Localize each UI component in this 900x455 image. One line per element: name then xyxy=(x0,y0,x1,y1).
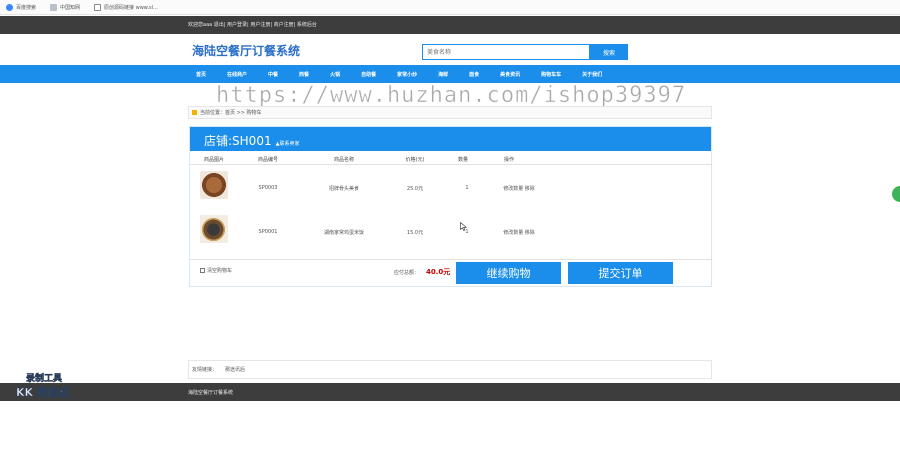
cart-header: 店铺:SH001 ▲联系卖家 xyxy=(190,127,711,151)
friend-links: 友情链接： 那途讯后 xyxy=(188,360,712,379)
floating-widget-icon[interactable] xyxy=(892,186,900,202)
row-actions[interactable]: 修改数量 移除 xyxy=(503,229,535,236)
footer-text: 海陆空餐厅订餐系统 xyxy=(188,390,234,396)
table-row: SP0001 湖南家常鸡蛋米饭 15.0元 1 修改数量 移除 xyxy=(190,211,711,255)
nav-item-western[interactable]: 西餐 xyxy=(299,71,309,78)
nav-item-chinese[interactable]: 中餐 xyxy=(268,71,278,78)
product-code: SP0003 xyxy=(258,185,278,191)
cart-panel: 店铺:SH001 ▲联系卖家 商品图片 商品编号 商品名称 价格(元) 数量 操… xyxy=(189,126,712,287)
column-header: 价格(元) xyxy=(405,157,425,163)
search-button[interactable]: 搜索 xyxy=(590,44,628,60)
site-title[interactable]: 海陆空餐厅订餐系统 xyxy=(192,42,300,59)
bookmark-label: 原创源码链接 www.sl... xyxy=(104,4,158,11)
recorder-watermark-bottom: KK 录像机 xyxy=(16,386,70,400)
bookmark-item[interactable]: 百度搜索 xyxy=(6,3,37,11)
cart-footer: 清空购物车 应付总额： 40.0元 继续购物 提交订单 xyxy=(190,259,711,286)
product-code: SP0001 xyxy=(258,229,278,235)
column-header: 商品图片 xyxy=(203,157,225,163)
user-links[interactable]: 欢迎您aaa 退出| 用户登录| 用户注册| 商户注册| 系统后台 xyxy=(188,21,317,28)
nav-item-seafood[interactable]: 海鲜 xyxy=(438,71,448,78)
globe-icon xyxy=(50,3,58,11)
bookmark-label: 百度搜索 xyxy=(16,4,37,11)
column-header: 数量 xyxy=(457,157,469,163)
product-image[interactable] xyxy=(200,215,228,243)
clear-cart-link[interactable]: 清空购物车 xyxy=(200,267,232,274)
footer: 海陆空餐厅订餐系统 xyxy=(0,383,900,401)
friend-link[interactable]: 那途讯后 xyxy=(225,366,245,373)
row-actions[interactable]: 修改数量 移除 xyxy=(503,185,535,192)
nav-item-news[interactable]: 美食资讯 xyxy=(500,71,520,78)
nav-item-hotpot[interactable]: 火锅 xyxy=(330,71,340,78)
friend-links-label: 友情链接： xyxy=(192,367,218,373)
shop-name: 店铺:SH001 xyxy=(204,134,272,148)
table-row: SP0003 招牌骨头美食 25.0元 1 修改数量 移除 xyxy=(190,167,711,211)
product-name[interactable]: 招牌骨头美食 xyxy=(329,185,359,192)
column-header: 操作 xyxy=(503,157,515,163)
nav-item-merchants[interactable]: 在线商户 xyxy=(227,71,247,78)
column-header: 商品编号 xyxy=(257,157,279,163)
watermark: https://www.huzhan.com/ishop39397 xyxy=(216,83,687,109)
total-value: 40.0元 xyxy=(426,268,451,276)
home-icon xyxy=(192,110,197,115)
top-bar: 欢迎您aaa 退出| 用户登录| 用户注册| 商户注册| 系统后台 xyxy=(0,16,900,34)
contact-seller-link[interactable]: ▲联系卖家 xyxy=(276,140,300,147)
total-label: 应付总额： xyxy=(394,270,420,276)
paw-icon xyxy=(6,3,13,11)
submit-order-button[interactable]: 提交订单 xyxy=(568,262,673,284)
product-name[interactable]: 湖南家常鸡蛋米饭 xyxy=(324,229,364,236)
page-icon xyxy=(94,3,102,11)
nav-item-noodles[interactable]: 面食 xyxy=(469,71,479,78)
product-price: 25.0元 xyxy=(406,186,424,192)
search-input[interactable] xyxy=(422,44,590,60)
nav-item-buffet[interactable]: 自助餐 xyxy=(361,71,376,78)
breadcrumb: 当前位置：首页 >> 购物车 xyxy=(188,106,712,119)
nav-item-home[interactable]: 首页 xyxy=(196,71,206,78)
breadcrumb-text[interactable]: 当前位置：首页 >> 购物车 xyxy=(200,109,262,116)
bookmark-item[interactable]: 中国知网 xyxy=(50,3,81,11)
product-qty: 1 xyxy=(465,185,469,191)
bookmark-item[interactable]: 原创源码链接 www.sl... xyxy=(94,3,158,11)
bookmarks-bar: 百度搜索 中国知网 原创源码链接 www.sl... xyxy=(0,0,900,15)
bookmark-label: 中国知网 xyxy=(60,4,81,11)
nav-item-homestyle[interactable]: 家常小炒 xyxy=(397,71,417,78)
main-nav: 首页 在线商户 中餐 西餐 火锅 自助餐 家常小炒 海鲜 面食 美食资讯 购物车… xyxy=(0,65,900,83)
nav-item-about[interactable]: 关于我们 xyxy=(582,71,602,78)
checkbox-icon xyxy=(200,268,205,273)
recorder-watermark-top: 录制工具 xyxy=(26,374,63,385)
continue-shopping-button[interactable]: 继续购物 xyxy=(456,262,561,284)
column-header: 商品名称 xyxy=(333,157,355,163)
product-image[interactable] xyxy=(200,171,228,199)
nav-item-cart[interactable]: 购物车车 xyxy=(541,71,561,78)
cart-table-header: 商品图片 商品编号 商品名称 价格(元) 数量 操作 xyxy=(190,153,711,165)
mouse-cursor-icon xyxy=(460,222,467,231)
product-price: 15.0元 xyxy=(406,230,424,236)
clear-cart-label: 清空购物车 xyxy=(207,268,233,274)
